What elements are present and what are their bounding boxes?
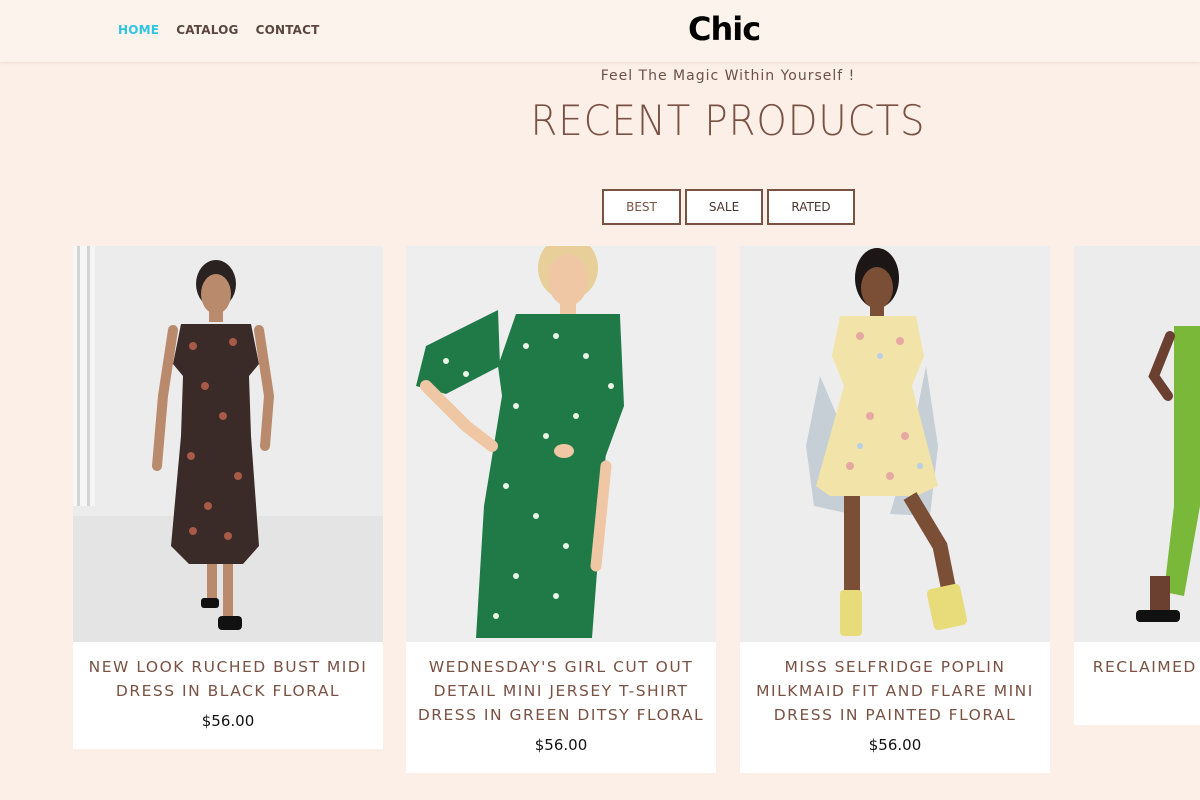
product-title[interactable]: RECLAIMED KNITTED MID OUT — [1074, 655, 1200, 679]
filter-sale-button[interactable]: SALE — [685, 189, 763, 225]
product-image[interactable] — [406, 246, 716, 642]
nav-contact-link[interactable]: CONTACT — [256, 23, 320, 37]
product-title[interactable]: MISS SELFRIDGE POPLIN MILKMAID FIT AND F… — [740, 655, 1050, 727]
product-image[interactable] — [740, 246, 1050, 642]
product-filters: BEST SALE RATED — [602, 189, 855, 225]
product-title[interactable]: WEDNESDAY'S GIRL CUT OUT DETAIL MINI JER… — [406, 655, 716, 727]
product-card[interactable]: MISS SELFRIDGE POPLIN MILKMAID FIT AND F… — [740, 246, 1050, 773]
nav-catalog-link[interactable]: CATALOG — [176, 23, 238, 37]
filter-rated-button[interactable]: RATED — [767, 189, 855, 225]
product-image[interactable] — [1074, 246, 1200, 642]
site-header: HOME CATALOG CONTACT Chic — [0, 0, 1200, 62]
site-logo[interactable]: Chic — [688, 10, 761, 48]
product-title[interactable]: NEW LOOK RUCHED BUST MIDI DRESS IN BLACK… — [73, 655, 383, 703]
filter-best-button[interactable]: BEST — [602, 189, 681, 225]
main-nav: HOME CATALOG CONTACT — [118, 23, 320, 37]
product-card[interactable]: WEDNESDAY'S GIRL CUT OUT DETAIL MINI JER… — [406, 246, 716, 773]
product-price: $ — [1074, 685, 1200, 709]
product-info: MISS SELFRIDGE POPLIN MILKMAID FIT AND F… — [740, 642, 1050, 773]
product-info: RECLAIMED KNITTED MID OUT $ — [1074, 642, 1200, 725]
product-grid: NEW LOOK RUCHED BUST MIDI DRESS IN BLACK… — [73, 246, 1200, 800]
tagline: Feel The Magic Within Yourself ! — [600, 68, 856, 84]
product-info: NEW LOOK RUCHED BUST MIDI DRESS IN BLACK… — [73, 642, 383, 749]
product-price: $56.00 — [534, 736, 588, 754]
product-price: $56.00 — [201, 712, 255, 730]
nav-home-link[interactable]: HOME — [118, 23, 159, 37]
product-card[interactable]: NEW LOOK RUCHED BUST MIDI DRESS IN BLACK… — [73, 246, 383, 749]
product-price: $56.00 — [868, 736, 922, 754]
product-info: WEDNESDAY'S GIRL CUT OUT DETAIL MINI JER… — [406, 642, 716, 773]
section-title: RECENT PRODUCTS — [530, 96, 926, 145]
product-image[interactable] — [73, 246, 383, 642]
product-card[interactable]: RECLAIMED KNITTED MID OUT $ — [1074, 246, 1200, 725]
